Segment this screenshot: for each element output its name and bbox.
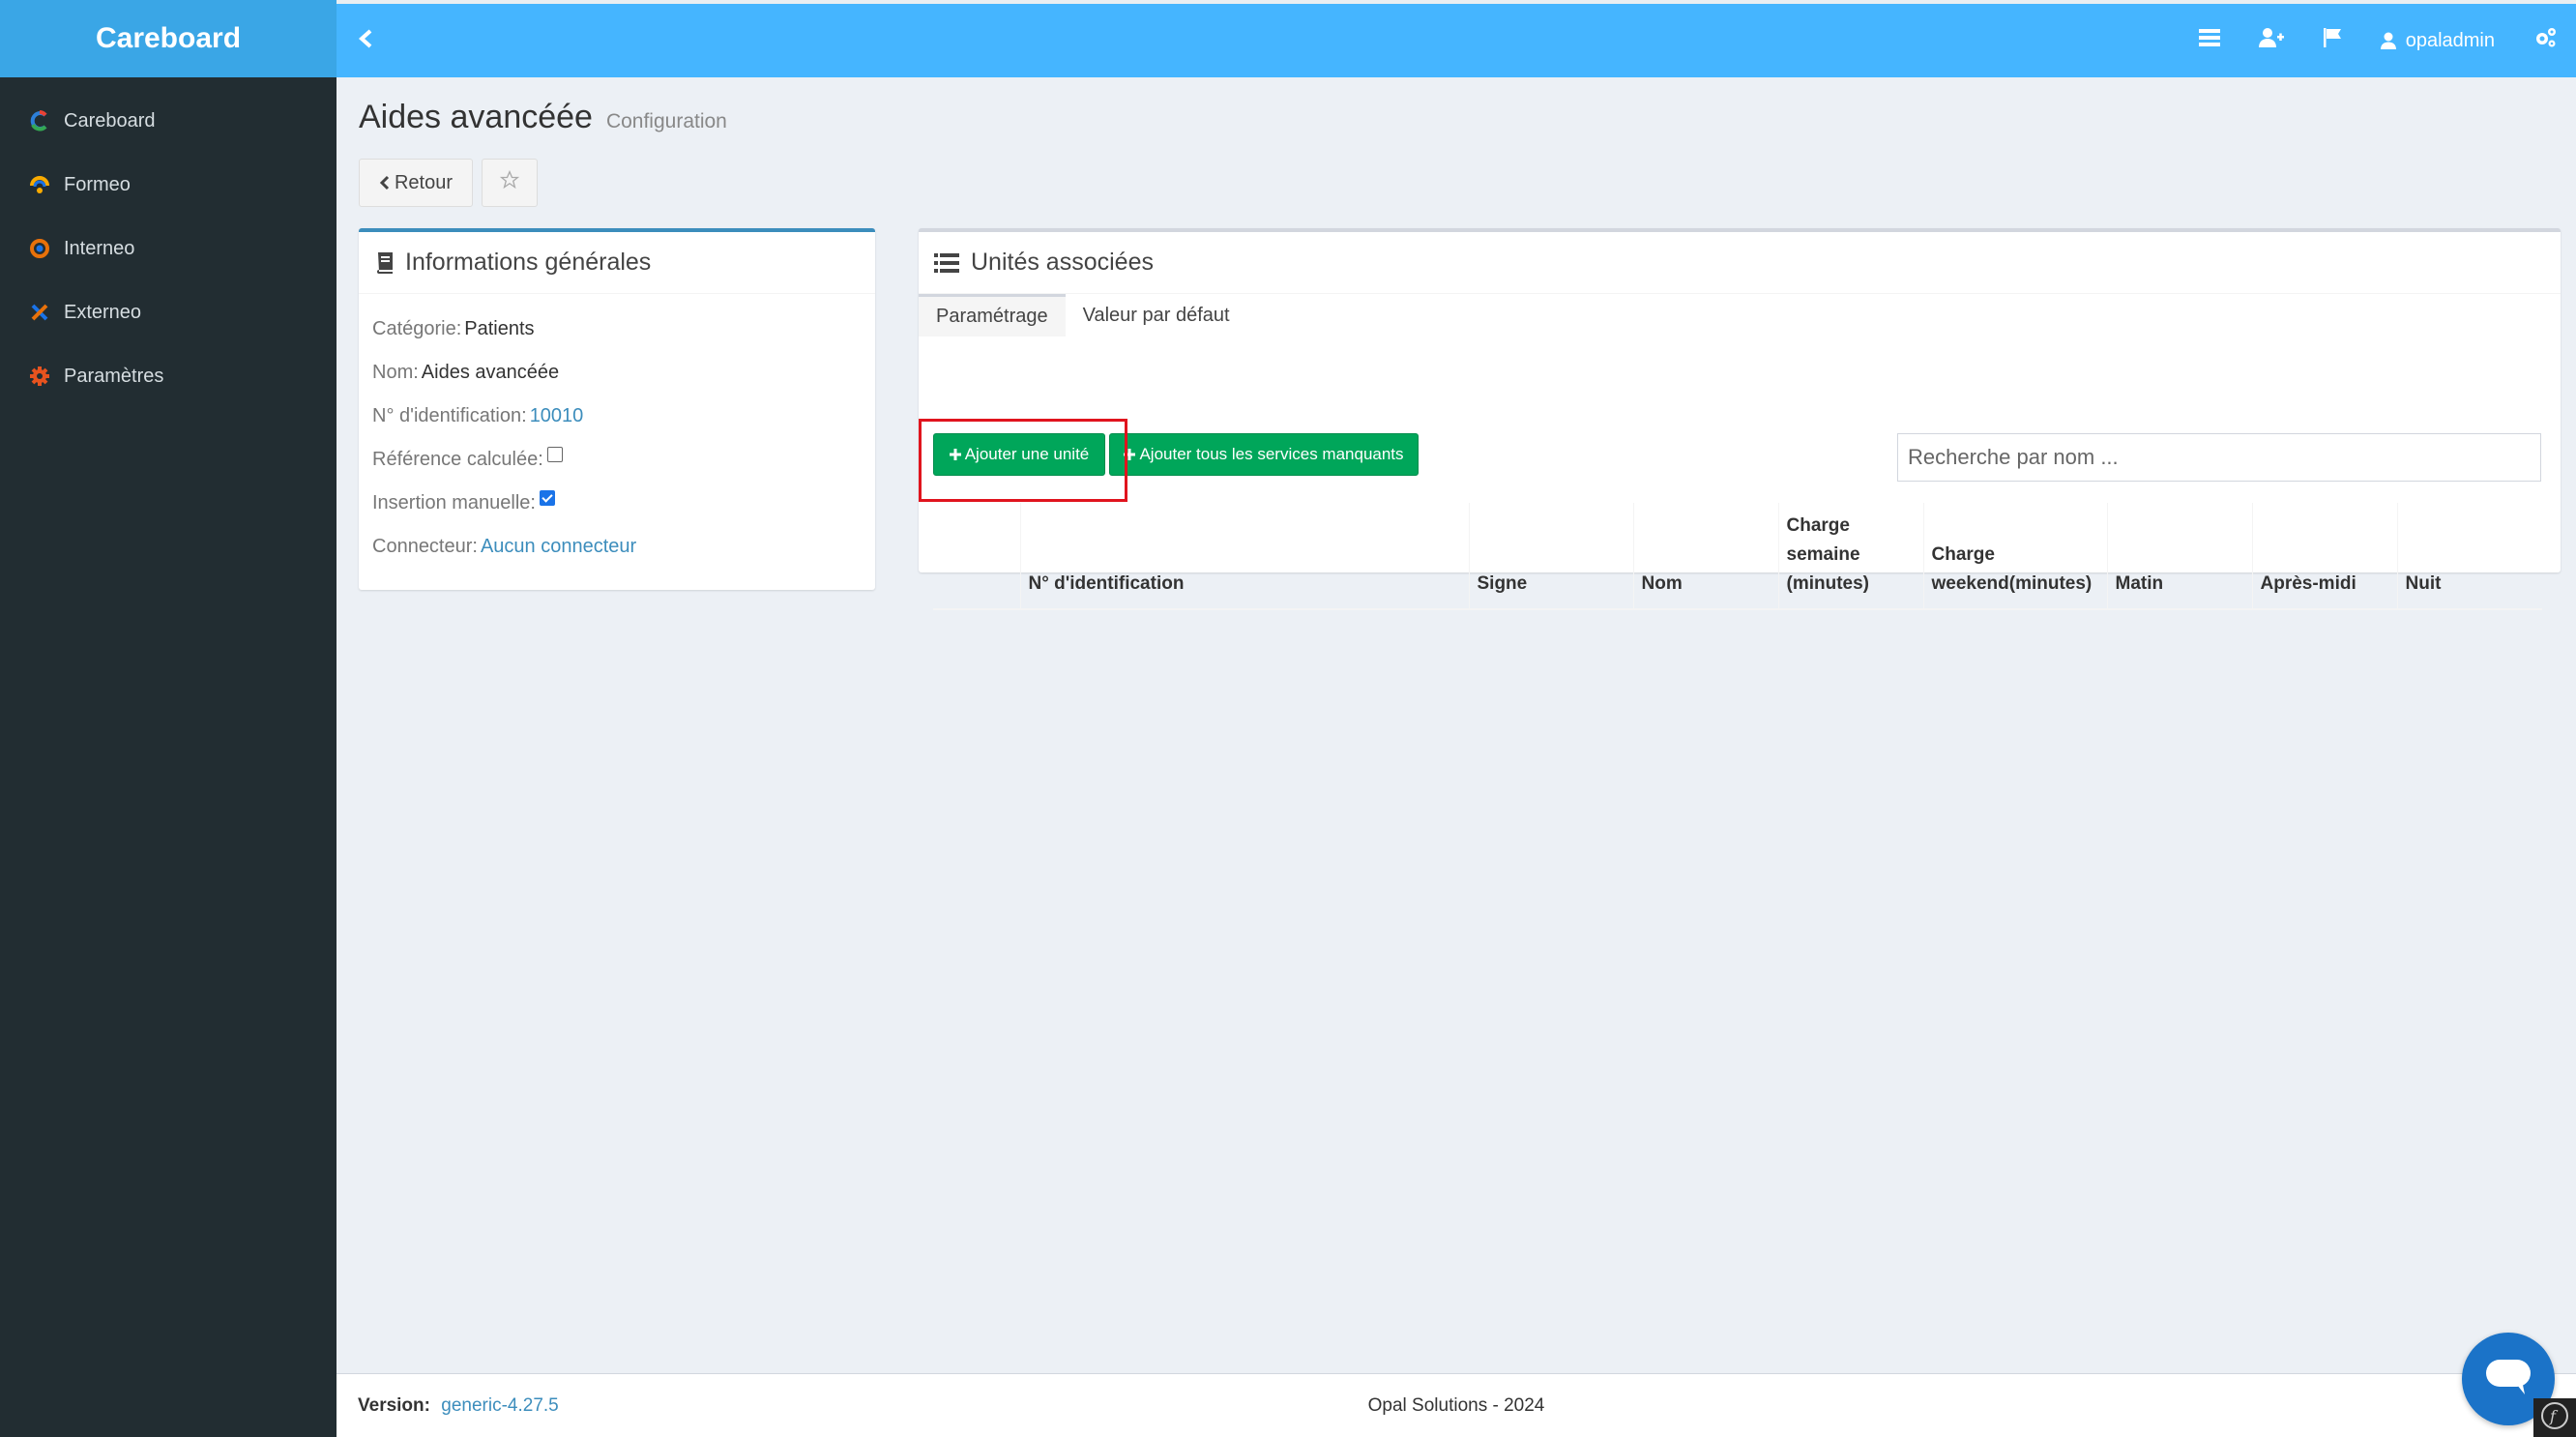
id-value[interactable]: 10010: [530, 405, 584, 427]
general-info-header: Informations générales: [359, 232, 875, 294]
name-label: Nom:: [372, 362, 419, 383]
name-row: Nom: Aides avancéée: [372, 351, 862, 395]
list-icon: [2198, 29, 2220, 52]
chevron-left-icon: [357, 25, 374, 56]
manual-insertion-label: Insertion manuelle:: [372, 492, 536, 513]
user-menu[interactable]: opaladmin: [2361, 4, 2514, 77]
chat-bubble-icon: [2484, 1356, 2532, 1403]
connector-row: Connecteur: Aucun connecteur: [372, 525, 862, 569]
sidebar-item-label: Careboard: [64, 109, 156, 132]
sidebar-item-interneo[interactable]: Interneo: [0, 217, 337, 280]
calculated-reference-row: Référence calculée:: [372, 438, 862, 482]
name-value: Aides avancéée: [421, 362, 560, 383]
sidebar-item-label: Externeo: [64, 301, 142, 323]
sidebar-item-externeo[interactable]: Externeo: [0, 280, 337, 344]
username: opaladmin: [2405, 29, 2495, 51]
externeo-icon: [27, 300, 52, 325]
associated-units-panel: Unités associées Paramétrage Valeur par …: [919, 228, 2561, 610]
sidebar-item-careboard[interactable]: Careboard: [0, 89, 337, 153]
main-content: Aides avancéée Configuration Retour Info…: [337, 77, 2576, 1373]
flag-button[interactable]: [2303, 4, 2361, 77]
back-button-label: Retour: [394, 171, 454, 193]
column-header-night[interactable]: Nuit: [2397, 503, 2542, 610]
column-header-sign[interactable]: Signe: [1469, 503, 1634, 610]
category-value: Patients: [464, 318, 535, 339]
user-icon: [2380, 32, 2396, 49]
add-unit-button[interactable]: Ajouter une unité: [933, 433, 1105, 476]
sidebar-toggle-button[interactable]: [337, 4, 395, 77]
add-unit-label: Ajouter une unité: [964, 445, 1090, 463]
column-header-id[interactable]: N° d'identification: [1020, 503, 1470, 610]
column-header-name[interactable]: Nom: [1633, 503, 1779, 610]
units-tabs: Paramétrage Valeur par défaut: [919, 294, 2561, 337]
column-header-select: [933, 503, 1021, 610]
page-title: Aides avancéée: [359, 99, 593, 135]
interneo-icon: [27, 236, 52, 261]
manual-insertion-checkbox[interactable]: [539, 489, 555, 506]
chevron-left-icon: [379, 175, 391, 191]
sidebar-item-formeo[interactable]: Formeo: [0, 153, 337, 217]
list-icon: [934, 252, 959, 273]
plus-icon: [1124, 449, 1136, 460]
version-info: Version: generic-4.27.5: [358, 1395, 559, 1417]
connector-label: Connecteur:: [372, 536, 478, 557]
careboard-c-icon: [27, 108, 52, 133]
general-info-panel: Informations générales Catégorie: Patien…: [359, 228, 875, 590]
symfony-logo-icon: f: [2540, 1401, 2569, 1435]
calculated-reference-label: Référence calculée:: [372, 449, 543, 470]
user-plus-icon: [2258, 28, 2284, 53]
add-all-label: Ajouter tous les services manquants: [1139, 445, 1404, 463]
category-row: Catégorie: Patients: [372, 308, 862, 351]
general-info-body: Catégorie: Patients Nom: Aides avancéée …: [359, 294, 875, 582]
tab-valeur-par-defaut[interactable]: Valeur par défaut: [1066, 294, 1247, 337]
settings-button[interactable]: [2514, 4, 2576, 77]
favorite-button[interactable]: [482, 159, 538, 207]
sidebar-item-label: Interneo: [64, 237, 135, 259]
svg-text:f: f: [2549, 1407, 2559, 1425]
plus-icon: [949, 449, 961, 460]
sidebar-menu: Careboard Formeo Interneo Externeo Param…: [0, 89, 337, 408]
symfony-toolbar-badge[interactable]: f: [2533, 1398, 2576, 1437]
column-header-afternoon[interactable]: Après-midi: [2252, 503, 2398, 610]
page-subtitle: Configuration: [605, 110, 727, 132]
id-label: N° d'identification:: [372, 405, 527, 426]
book-icon: [374, 251, 394, 274]
associated-units-header: Unités associées: [919, 232, 2561, 294]
manual-insertion-row: Insertion manuelle:: [372, 482, 862, 525]
app-logo[interactable]: Careboard: [0, 0, 337, 77]
sidebar-item-parametres[interactable]: Paramètres: [0, 344, 337, 408]
search-by-name-input[interactable]: [1897, 433, 2541, 482]
sidebar: Careboard Careboard Formeo Interneo Exte…: [0, 0, 337, 1437]
back-button[interactable]: Retour: [359, 159, 473, 207]
units-table: N° d'identification Signe Nom Charge sem…: [933, 503, 2542, 610]
add-all-missing-services-button[interactable]: Ajouter tous les services manquants: [1109, 433, 1419, 476]
top-navbar: opaladmin: [337, 0, 2576, 77]
column-header-morning[interactable]: Matin: [2107, 503, 2253, 610]
list-button[interactable]: [2180, 4, 2239, 77]
sidebar-item-label: Paramètres: [64, 365, 164, 387]
page-header: Aides avancéée Configuration: [359, 99, 727, 136]
formeo-icon: [27, 172, 52, 197]
gear-icon: [27, 364, 52, 389]
flag-icon: [2323, 28, 2342, 53]
sidebar-item-label: Formeo: [64, 173, 131, 195]
id-row: N° d'identification: 10010: [372, 395, 862, 438]
copyright: Opal Solutions - 2024: [1367, 1394, 1545, 1416]
cogs-icon: [2533, 27, 2557, 54]
general-info-title: Informations générales: [405, 249, 652, 276]
add-user-button[interactable]: [2239, 4, 2303, 77]
version-link[interactable]: generic-4.27.5: [441, 1395, 558, 1416]
calculated-reference-checkbox[interactable]: [546, 446, 563, 462]
star-icon: [499, 169, 520, 195]
category-label: Catégorie:: [372, 318, 462, 339]
footer: Version: generic-4.27.5 Opal Solutions -…: [337, 1373, 2576, 1437]
tab-parametrage[interactable]: Paramétrage: [919, 294, 1066, 337]
table-header-row: N° d'identification Signe Nom Charge sem…: [933, 503, 2542, 610]
associated-units-title: Unités associées: [971, 249, 1154, 276]
column-header-weekend-load[interactable]: Charge weekend(minutes): [1923, 503, 2108, 610]
navbar-right: opaladmin: [2180, 4, 2576, 77]
version-label: Version:: [358, 1394, 430, 1416]
column-header-weekly-load[interactable]: Charge semaine (minutes): [1778, 503, 1924, 610]
connector-link[interactable]: Aucun connecteur: [481, 536, 636, 558]
